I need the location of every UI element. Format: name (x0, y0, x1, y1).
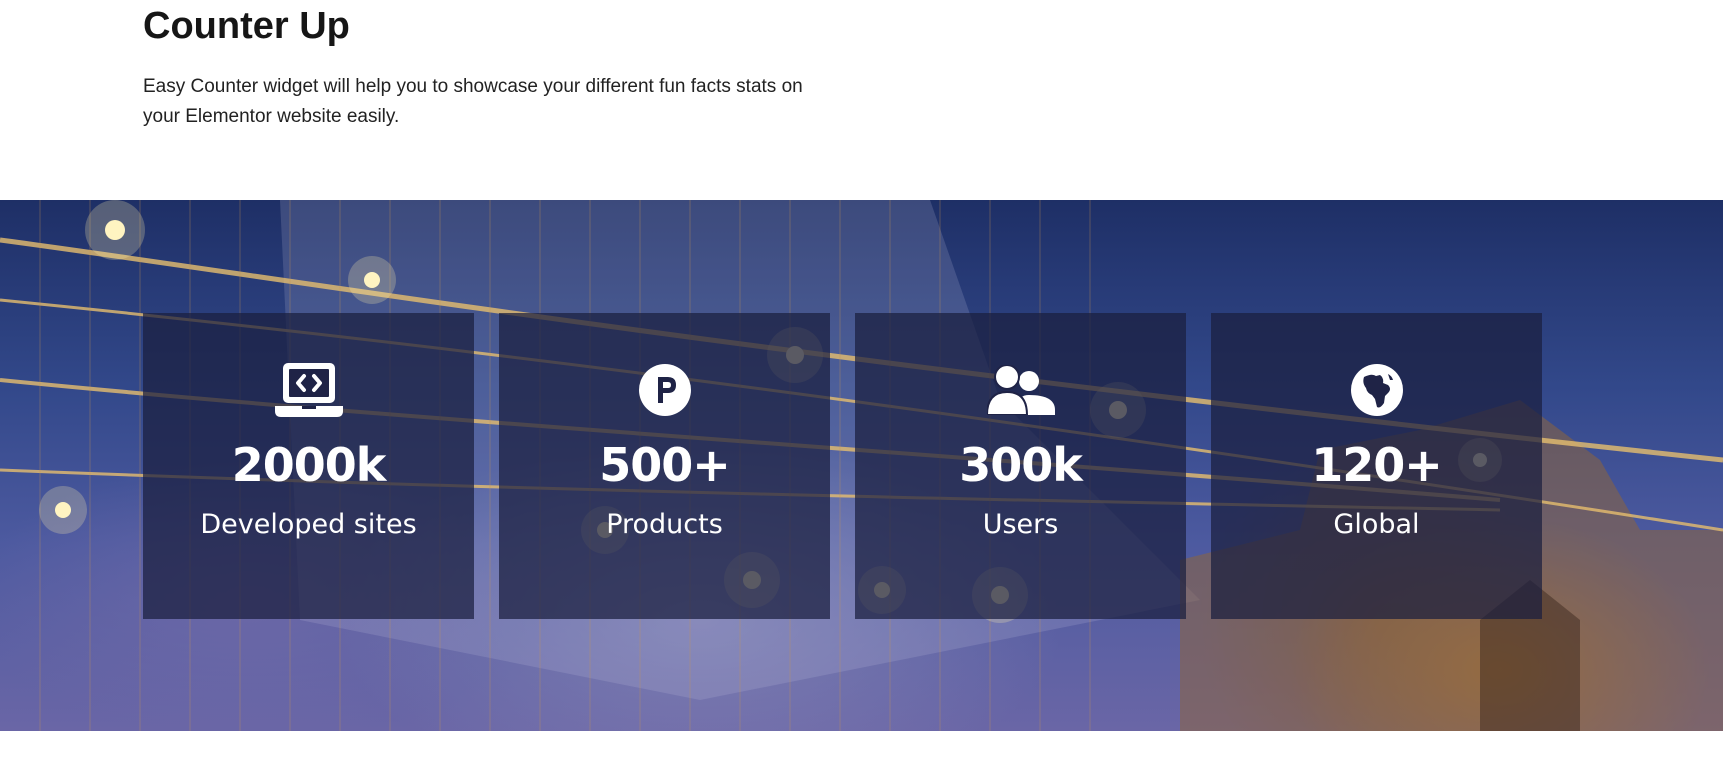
counter-card-global: 120+ Global (1211, 313, 1542, 619)
counter-banner: 2000k Developed sites 500+ Products 300k… (0, 200, 1723, 731)
counter-label: Products (606, 509, 723, 540)
counter-value: 2000k (231, 438, 387, 492)
counter-value: 120+ (1311, 438, 1443, 492)
counter-value: 300k (959, 438, 1083, 492)
counter-card-users: 300k Users (855, 313, 1186, 619)
counter-label: Global (1333, 509, 1420, 540)
product-hunt-icon (638, 363, 692, 417)
laptop-code-icon (274, 363, 343, 417)
globe-africa-icon (1350, 363, 1404, 417)
counter-cards: 2000k Developed sites 500+ Products 300k… (143, 313, 1542, 619)
counter-card-developed-sites: 2000k Developed sites (143, 313, 474, 619)
counter-label: Users (982, 509, 1059, 540)
counter-value: 500+ (599, 438, 731, 492)
counter-card-products: 500+ Products (499, 313, 830, 619)
page-description: Easy Counter widget will help you to sho… (143, 76, 803, 127)
users-icon (986, 363, 1055, 417)
intro-section: Counter Up Easy Counter widget will help… (143, 0, 843, 132)
page-title: Counter Up (143, 5, 350, 47)
counter-label: Developed sites (200, 509, 417, 540)
